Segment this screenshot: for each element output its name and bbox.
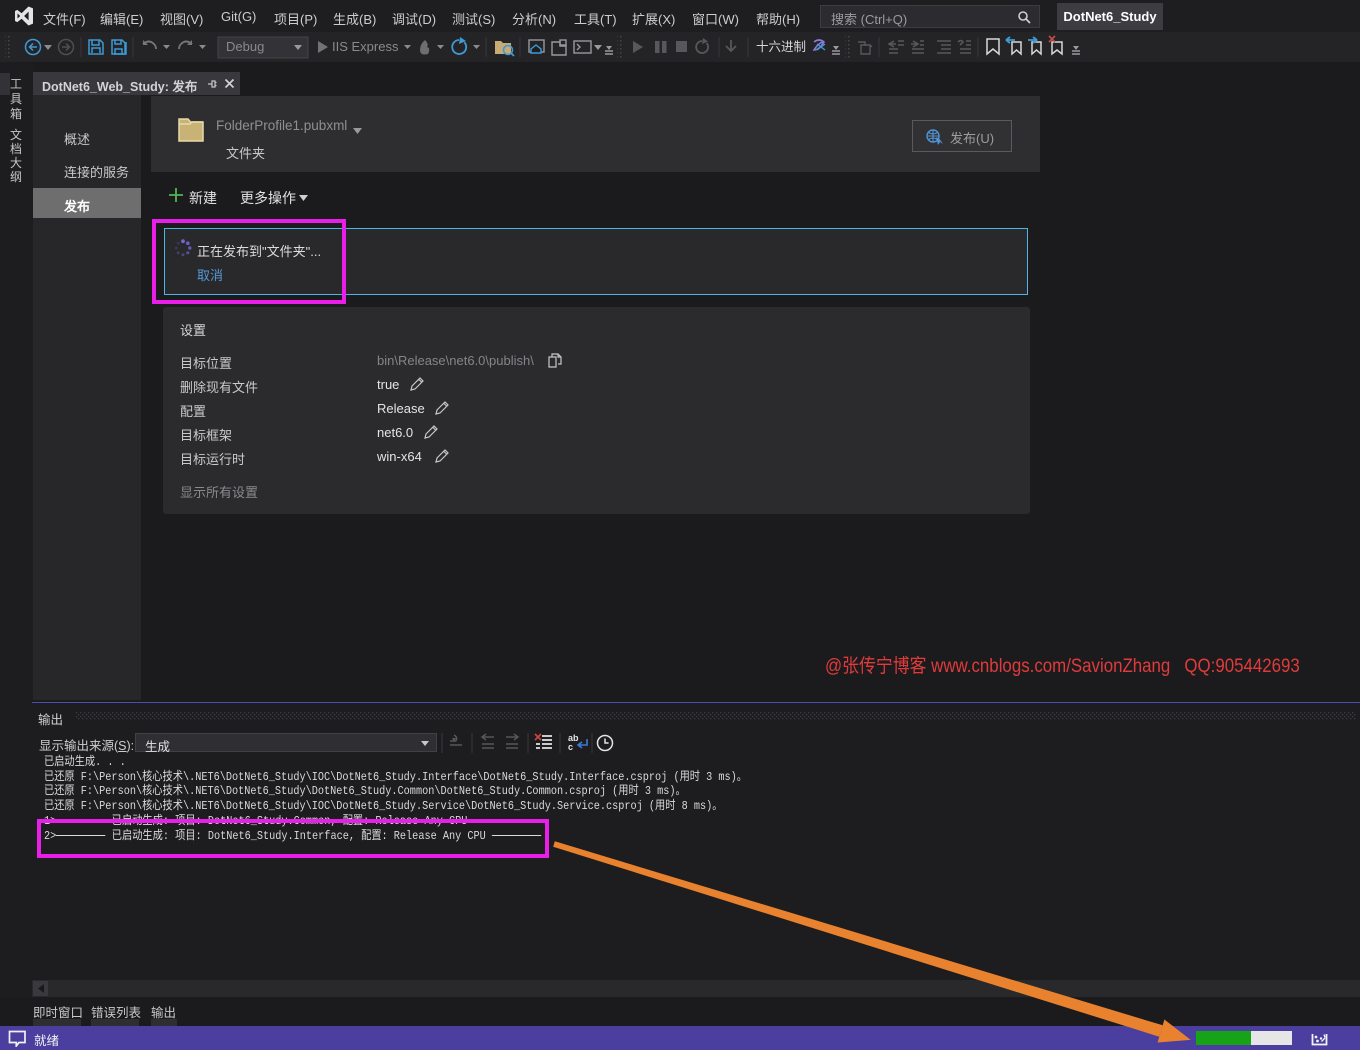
svg-text:十六进制: 十六进制 xyxy=(756,40,806,54)
svg-text:c: c xyxy=(568,742,573,752)
svg-text:Debug: Debug xyxy=(226,39,264,54)
svg-text:IIS Express: IIS Express xyxy=(332,39,399,54)
